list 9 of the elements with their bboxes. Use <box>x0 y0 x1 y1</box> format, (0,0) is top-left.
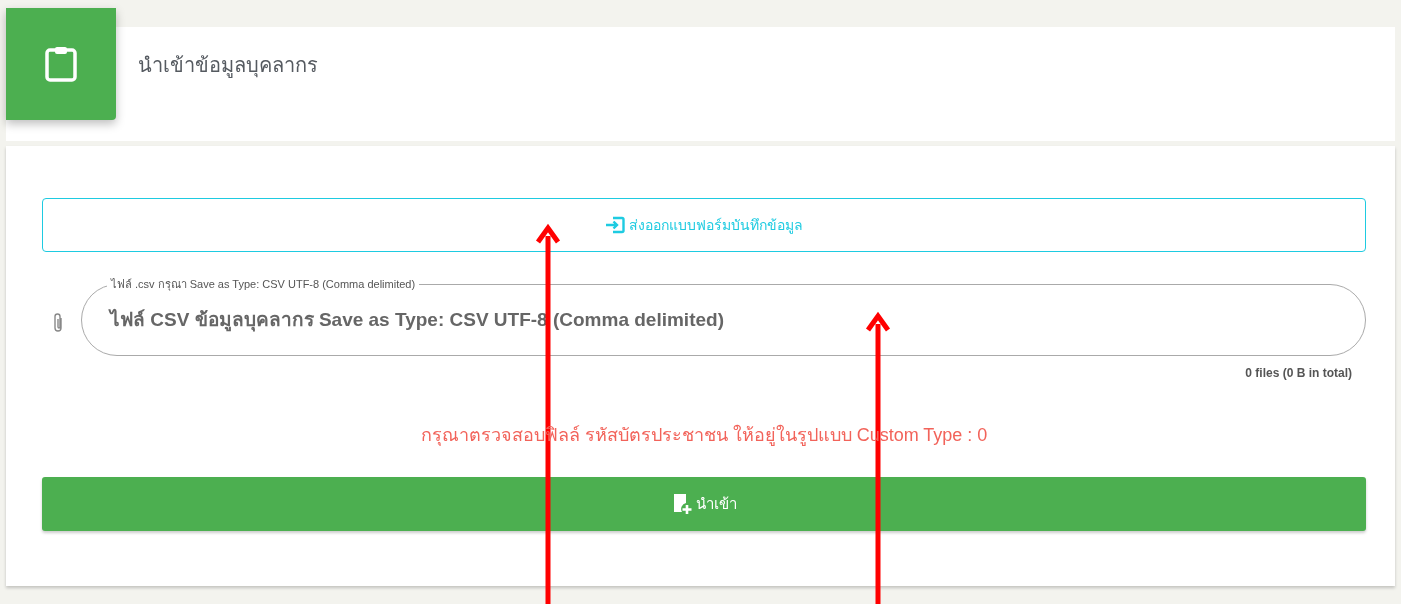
file-count-text: 0 files (0 B in total) <box>1245 366 1352 380</box>
clipboard-icon <box>44 45 78 83</box>
paperclip-icon <box>52 312 64 334</box>
field-label: ไฟล์ .csv กรุณา Save as Type: CSV UTF-8 (Comma delimited) <box>107 278 420 291</box>
export-icon <box>605 216 625 234</box>
export-form-button[interactable]: ส่งออกแบบฟอร์มบันทึกข้อมูล <box>42 198 1366 252</box>
import-button[interactable]: นำเข้า <box>42 477 1366 531</box>
page-title: นำเข้าข้อมูลบุคลากร <box>138 53 318 80</box>
import-icon <box>671 493 694 515</box>
